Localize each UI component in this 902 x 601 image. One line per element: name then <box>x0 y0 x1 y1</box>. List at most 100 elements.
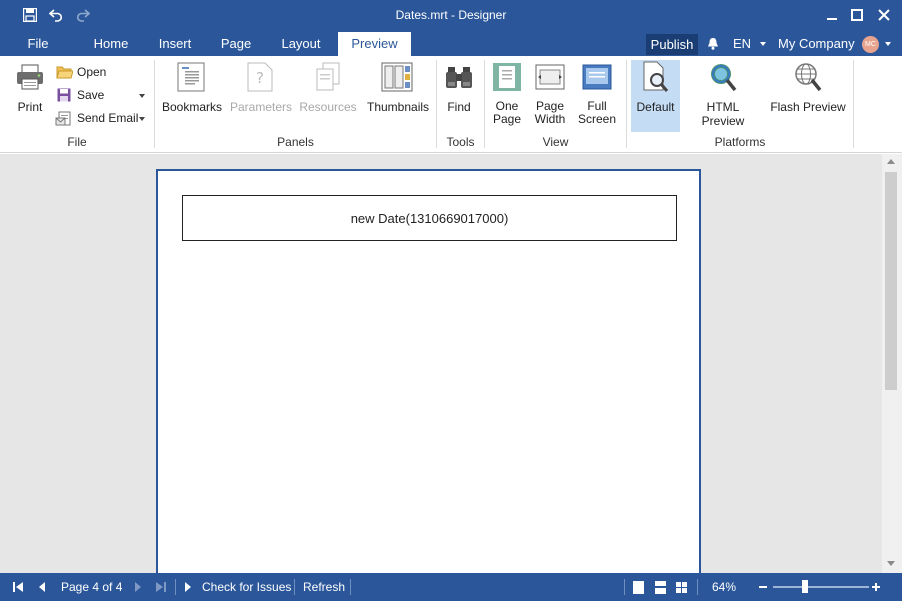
zoom-level: 64% <box>712 580 737 594</box>
zoom-slider-thumb[interactable] <box>801 580 808 593</box>
ribbon: Print Open Save Send Email File Bookmark… <box>0 56 902 153</box>
minimize-icon[interactable] <box>824 7 840 23</box>
thumbnails-label: Thumbnails <box>367 100 430 114</box>
tab-insert[interactable]: Insert <box>150 32 200 56</box>
resources-label: Resources <box>299 100 357 114</box>
report-page: new Date(1310669017000) <box>156 169 701 573</box>
thumbnails-icon <box>381 60 413 94</box>
html-preview-label: HTML Preview <box>701 100 745 128</box>
send-email-dropdown-icon[interactable] <box>139 117 145 121</box>
parameters-label: Parameters <box>230 100 293 114</box>
print-button[interactable]: Print <box>12 60 48 114</box>
one-page-label-line1: One <box>495 99 519 113</box>
ribbon-tabs: File Home Insert Page Layout Preview Pub… <box>0 32 902 57</box>
page-width-icon <box>534 60 566 94</box>
last-page-icon[interactable] <box>155 573 167 601</box>
floppy-icon <box>55 87 73 103</box>
status-separator <box>175 579 176 595</box>
view-multiple-pages-icon[interactable] <box>676 573 687 601</box>
page-width-label: Page Width <box>530 100 570 126</box>
tab-preview[interactable]: Preview <box>338 32 411 57</box>
page-width-label-line2: Width <box>534 112 566 126</box>
view-continuous-icon[interactable] <box>655 573 666 601</box>
binoculars-icon <box>443 60 475 94</box>
resources-button[interactable]: Resources <box>299 60 357 114</box>
view-single-page-icon[interactable] <box>633 573 644 601</box>
bookmarks-button[interactable]: Bookmarks <box>162 60 222 114</box>
open-label: Open <box>77 65 107 79</box>
group-label-file: File <box>67 135 87 149</box>
tab-home[interactable]: Home <box>84 32 138 56</box>
status-bar: Page 4 of 4 Check for Issues Refresh 64% <box>0 573 902 601</box>
save-dropdown-icon[interactable] <box>139 94 145 98</box>
one-page-icon <box>491 60 523 94</box>
bookmarks-icon <box>175 60 207 94</box>
flash-preview-icon <box>792 60 824 94</box>
language-caret-icon[interactable] <box>760 42 766 46</box>
find-label: Find <box>447 100 471 114</box>
page-width-button[interactable]: Page Width <box>530 60 570 126</box>
full-screen-label-line1: Full <box>587 99 607 113</box>
html-preview-button[interactable]: HTML Preview <box>686 60 760 128</box>
full-screen-label: Full Screen <box>577 100 617 126</box>
zoom-slider[interactable] <box>773 573 869 601</box>
report-text-box: new Date(1310669017000) <box>182 195 677 241</box>
scroll-down-icon[interactable] <box>887 561 895 566</box>
full-screen-icon <box>581 60 613 94</box>
title-bar: Dates.mrt - Designer <box>0 0 902 32</box>
parameters-icon: ? <box>244 60 276 94</box>
print-label: Print <box>17 100 43 114</box>
preview-workspace: new Date(1310669017000) <box>0 154 882 573</box>
publish-button[interactable]: Publish <box>646 34 698 55</box>
open-button[interactable]: Open <box>55 62 106 82</box>
group-label-platforms: Platforms <box>714 135 766 149</box>
printer-icon <box>14 60 46 94</box>
thumbnails-button[interactable]: Thumbnails <box>367 60 430 114</box>
default-platform-button[interactable]: Default <box>631 60 680 132</box>
window-title: Dates.mrt - Designer <box>395 8 507 22</box>
language-selector[interactable]: EN <box>733 32 751 56</box>
find-button[interactable]: Find <box>442 60 476 114</box>
full-screen-button[interactable]: Full Screen <box>577 60 617 126</box>
zoom-out-icon[interactable] <box>758 573 768 601</box>
zoom-in-icon[interactable] <box>871 573 881 601</box>
status-separator <box>294 579 295 595</box>
account-caret-icon[interactable] <box>885 42 891 46</box>
send-email-label: Send Email <box>77 111 139 125</box>
default-preview-icon <box>640 60 672 94</box>
scrollbar-thumb[interactable] <box>885 172 897 390</box>
avatar[interactable]: MC <box>862 36 879 53</box>
email-icon <box>55 110 73 126</box>
status-separator <box>350 579 351 595</box>
tab-page[interactable]: Page <box>213 32 259 56</box>
vertical-scrollbar[interactable] <box>882 154 902 573</box>
next-page-icon[interactable] <box>134 573 142 601</box>
group-label-panels: Panels <box>277 135 314 149</box>
play-icon[interactable] <box>184 573 192 601</box>
flash-preview-button[interactable]: Flash Preview <box>770 60 846 114</box>
group-label-view: View <box>542 135 569 149</box>
maximize-icon[interactable] <box>849 7 865 23</box>
default-label: Default <box>636 100 675 114</box>
html-preview-icon <box>707 60 739 94</box>
page-width-label-line1: Page <box>535 99 565 113</box>
send-email-button[interactable]: Send Email <box>55 108 150 128</box>
tab-file[interactable]: File <box>16 32 60 56</box>
previous-page-icon[interactable] <box>38 573 46 601</box>
one-page-button[interactable]: One Page <box>490 60 524 126</box>
refresh-button[interactable]: Refresh <box>303 573 345 601</box>
first-page-icon[interactable] <box>12 573 24 601</box>
check-for-issues-button[interactable]: Check for Issues <box>202 573 291 601</box>
save-label: Save <box>77 88 105 102</box>
scroll-up-icon[interactable] <box>887 159 895 164</box>
parameters-button[interactable]: ? Parameters <box>230 60 293 114</box>
close-icon[interactable] <box>876 7 892 23</box>
save-button[interactable]: Save <box>55 85 150 105</box>
company-label[interactable]: My Company <box>778 32 855 56</box>
one-page-label: One Page <box>490 100 524 126</box>
status-separator <box>697 579 698 595</box>
svg-text:?: ? <box>256 69 264 87</box>
status-separator <box>624 579 625 595</box>
tab-layout[interactable]: Layout <box>273 32 329 56</box>
bell-icon[interactable] <box>707 37 721 51</box>
